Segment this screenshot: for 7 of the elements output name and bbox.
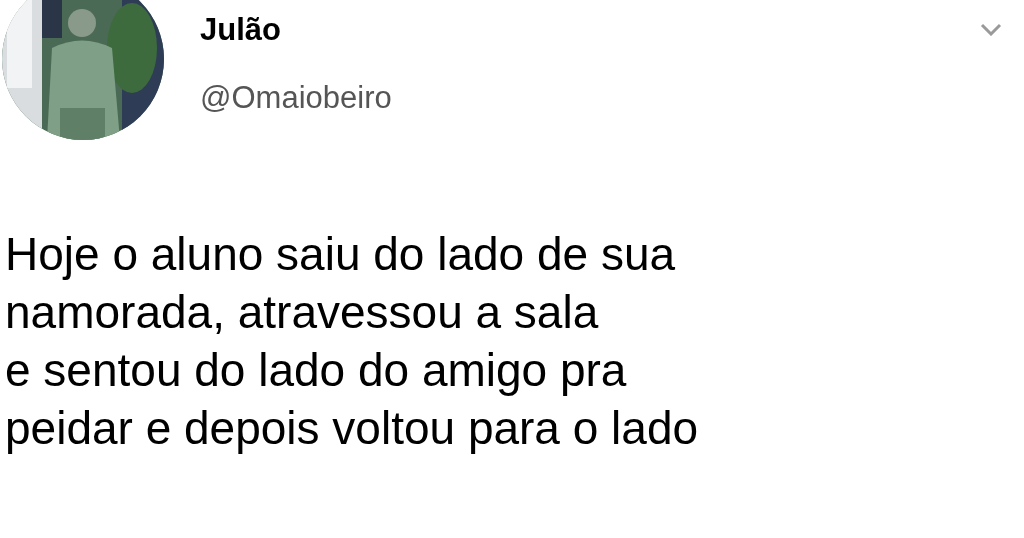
tweet-text-line: namorada, atravessou a sala bbox=[5, 285, 600, 340]
chevron-down-icon[interactable] bbox=[980, 23, 1002, 36]
tweet-text-line: Hoje o aluno saiu do lado de sua bbox=[5, 227, 677, 282]
author-handle[interactable]: @Omaiobeiro bbox=[200, 82, 392, 113]
tweet-text-line: e sentou do lado do amigo pra bbox=[5, 343, 628, 398]
tweet-text-line: peidar e depois voltou para o lado bbox=[5, 401, 700, 456]
author-name[interactable]: Julão bbox=[200, 14, 392, 45]
